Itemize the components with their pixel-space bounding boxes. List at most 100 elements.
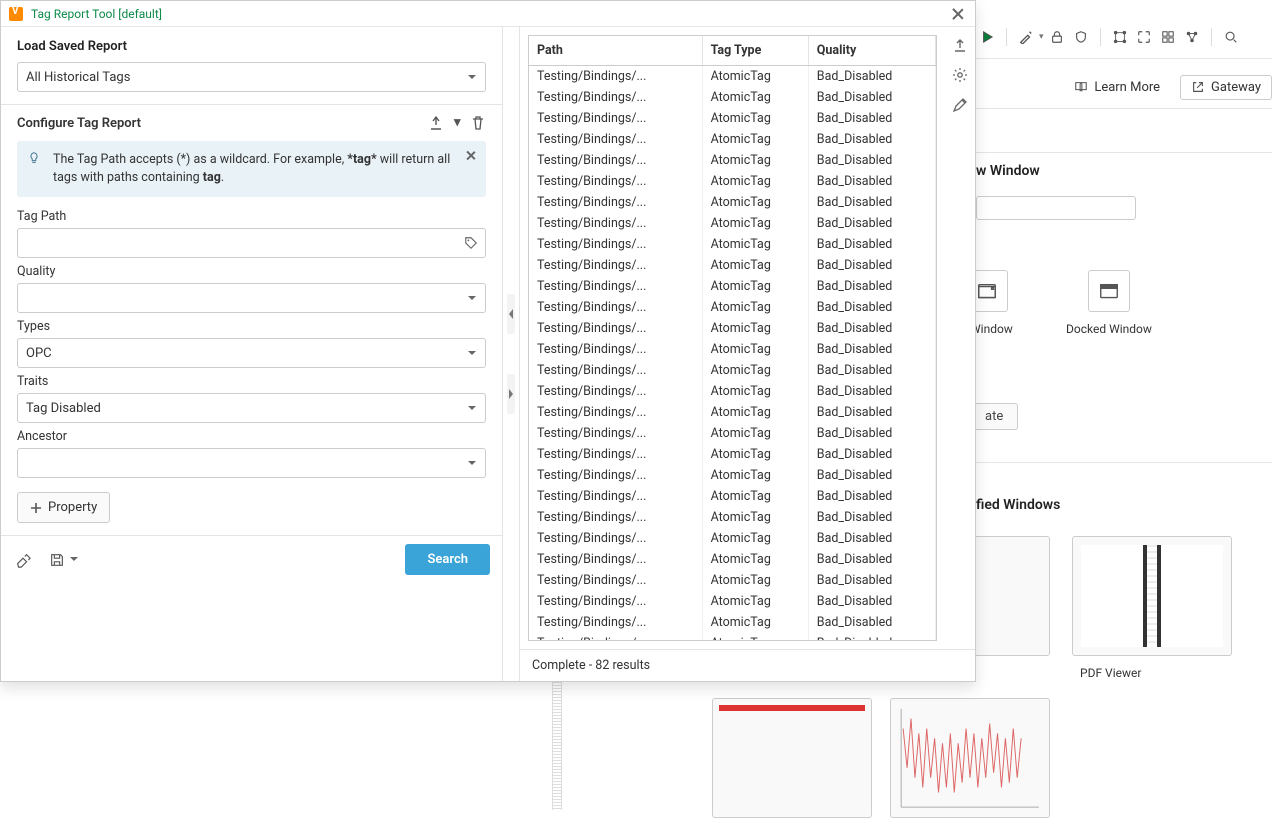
cell-path: Testing/Bindings/... — [529, 213, 702, 234]
cell-path: Testing/Bindings/... — [529, 297, 702, 318]
align-node-icon[interactable] — [1109, 26, 1131, 48]
cell-type: AtomicTag — [702, 234, 808, 255]
cell-quality: Bad_Disabled — [808, 234, 935, 255]
cell-type: AtomicTag — [702, 381, 808, 402]
ancestor-select[interactable] — [17, 448, 486, 478]
table-row[interactable]: Testing/Bindings/...AtomicTagBad_Disable… — [529, 381, 936, 402]
table-row[interactable]: Testing/Bindings/...AtomicTagBad_Disable… — [529, 276, 936, 297]
cell-quality: Bad_Disabled — [808, 171, 935, 192]
cell-type: AtomicTag — [702, 507, 808, 528]
cell-path: Testing/Bindings/... — [529, 318, 702, 339]
table-row[interactable]: Testing/Bindings/...AtomicTagBad_Disable… — [529, 87, 936, 108]
table-row[interactable]: Testing/Bindings/...AtomicTagBad_Disable… — [529, 150, 936, 171]
export-results-icon[interactable] — [952, 37, 968, 53]
ancestor-label: Ancestor — [17, 429, 486, 444]
table-row[interactable]: Testing/Bindings/...AtomicTagBad_Disable… — [529, 486, 936, 507]
shield-icon[interactable] — [1070, 26, 1092, 48]
grid-icon[interactable] — [1157, 26, 1179, 48]
graph-icon[interactable] — [1181, 26, 1203, 48]
table-row[interactable]: Testing/Bindings/...AtomicTagBad_Disable… — [529, 66, 936, 88]
table-row[interactable]: Testing/Bindings/...AtomicTagBad_Disable… — [529, 213, 936, 234]
table-row[interactable]: Testing/Bindings/...AtomicTagBad_Disable… — [529, 171, 936, 192]
tag-icon[interactable] — [464, 236, 478, 250]
cell-type: AtomicTag — [702, 570, 808, 591]
table-row[interactable]: Testing/Bindings/...AtomicTagBad_Disable… — [529, 528, 936, 549]
play-button[interactable] — [976, 26, 998, 48]
cell-type: AtomicTag — [702, 423, 808, 444]
save-button[interactable] — [47, 550, 67, 570]
table-row[interactable]: Testing/Bindings/...AtomicTagBad_Disable… — [529, 402, 936, 423]
settings-icon[interactable] — [952, 67, 968, 83]
results-table-scroll[interactable]: Path Tag Type Quality Testing/Bindings/.… — [528, 35, 937, 641]
bg-window-name-input[interactable] — [976, 196, 1136, 220]
cell-path: Testing/Bindings/... — [529, 108, 702, 129]
dialog-titlebar[interactable]: Tag Report Tool [default] — [1, 1, 975, 27]
table-row[interactable]: Testing/Bindings/...AtomicTagBad_Disable… — [529, 339, 936, 360]
cell-quality: Bad_Disabled — [808, 612, 935, 633]
thumb-pdf[interactable] — [1072, 536, 1232, 656]
cell-path: Testing/Bindings/... — [529, 528, 702, 549]
wand-icon[interactable] — [1015, 26, 1037, 48]
collapse-right-icon[interactable] — [507, 374, 515, 414]
table-row[interactable]: Testing/Bindings/...AtomicTagBad_Disable… — [529, 234, 936, 255]
table-row[interactable]: Testing/Bindings/...AtomicTagBad_Disable… — [529, 318, 936, 339]
table-row[interactable]: Testing/Bindings/...AtomicTagBad_Disable… — [529, 570, 936, 591]
tag-path-input[interactable] — [17, 228, 486, 258]
cell-type: AtomicTag — [702, 276, 808, 297]
trash-icon[interactable] — [470, 115, 486, 131]
save-dropdown-caret[interactable] — [70, 557, 78, 565]
table-row[interactable]: Testing/Bindings/...AtomicTagBad_Disable… — [529, 360, 936, 381]
col-path[interactable]: Path — [529, 36, 702, 66]
close-icon[interactable] — [949, 5, 967, 23]
cell-path: Testing/Bindings/... — [529, 633, 702, 641]
docked-window-tile[interactable] — [1088, 270, 1130, 312]
export-icon[interactable] — [428, 115, 444, 131]
table-row[interactable]: Testing/Bindings/...AtomicTagBad_Disable… — [529, 465, 936, 486]
edit-icon[interactable] — [952, 97, 968, 113]
search-button[interactable]: Search — [405, 544, 490, 575]
table-row[interactable]: Testing/Bindings/...AtomicTagBad_Disable… — [529, 444, 936, 465]
zoom-icon[interactable] — [1220, 26, 1242, 48]
table-row[interactable]: Testing/Bindings/...AtomicTagBad_Disable… — [529, 423, 936, 444]
cell-quality: Bad_Disabled — [808, 465, 935, 486]
types-select[interactable]: OPC — [17, 338, 486, 368]
table-row[interactable]: Testing/Bindings/...AtomicTagBad_Disable… — [529, 612, 936, 633]
create-button[interactable]: ate — [970, 403, 1018, 430]
thumb-chart[interactable] — [890, 698, 1050, 818]
thumb-table[interactable] — [712, 698, 872, 818]
table-row[interactable]: Testing/Bindings/...AtomicTagBad_Disable… — [529, 108, 936, 129]
add-property-button[interactable]: Property — [17, 492, 110, 523]
separator — [1211, 28, 1212, 46]
cell-path: Testing/Bindings/... — [529, 150, 702, 171]
col-tag-type[interactable]: Tag Type — [702, 36, 808, 66]
export-dropdown-caret[interactable]: ▾ — [454, 115, 460, 131]
table-row[interactable]: Testing/Bindings/...AtomicTagBad_Disable… — [529, 255, 936, 276]
expand-icon[interactable] — [1133, 26, 1155, 48]
cell-type: AtomicTag — [702, 171, 808, 192]
table-row[interactable]: Testing/Bindings/...AtomicTagBad_Disable… — [529, 591, 936, 612]
table-row[interactable]: Testing/Bindings/...AtomicTagBad_Disable… — [529, 192, 936, 213]
gateway-label: Gateway — [1211, 80, 1261, 95]
cell-path: Testing/Bindings/... — [529, 171, 702, 192]
traits-select[interactable]: Tag Disabled — [17, 393, 486, 423]
quality-select[interactable] — [17, 283, 486, 313]
cell-quality: Bad_Disabled — [808, 444, 935, 465]
cell-quality: Bad_Disabled — [808, 528, 935, 549]
splitter[interactable] — [503, 27, 519, 681]
separator — [1100, 28, 1101, 46]
lock-icon[interactable] — [1046, 26, 1068, 48]
col-quality[interactable]: Quality — [808, 36, 935, 66]
clear-button[interactable] — [13, 550, 33, 570]
cell-quality: Bad_Disabled — [808, 402, 935, 423]
table-row[interactable]: Testing/Bindings/...AtomicTagBad_Disable… — [529, 129, 936, 150]
learn-more-link[interactable]: Learn More — [1064, 76, 1170, 99]
bg-splitter[interactable] — [552, 682, 562, 810]
tip-close-icon[interactable] — [464, 149, 478, 163]
table-row[interactable]: Testing/Bindings/...AtomicTagBad_Disable… — [529, 297, 936, 318]
collapse-left-icon[interactable] — [507, 294, 515, 334]
table-row[interactable]: Testing/Bindings/...AtomicTagBad_Disable… — [529, 633, 936, 641]
load-saved-select[interactable]: All Historical Tags — [17, 62, 486, 92]
gateway-link[interactable]: Gateway — [1180, 75, 1272, 100]
table-row[interactable]: Testing/Bindings/...AtomicTagBad_Disable… — [529, 507, 936, 528]
table-row[interactable]: Testing/Bindings/...AtomicTagBad_Disable… — [529, 549, 936, 570]
